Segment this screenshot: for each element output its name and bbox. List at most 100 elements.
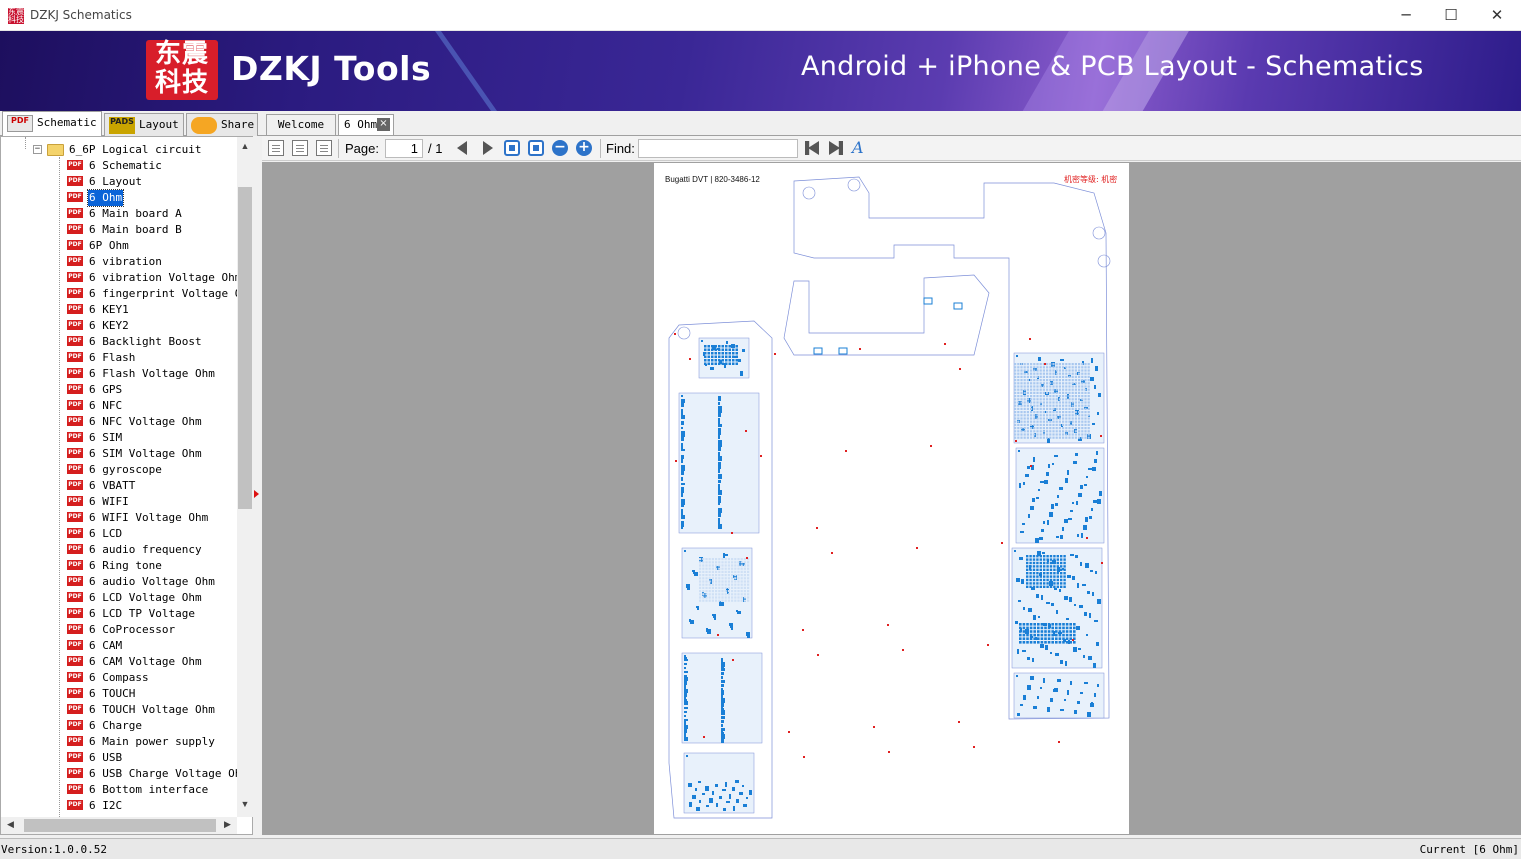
component-pad (681, 499, 685, 503)
component-pad (1057, 495, 1059, 498)
bga-ball (727, 570, 730, 573)
component-pad (686, 755, 688, 757)
component-pad (742, 349, 745, 352)
scrollbar-thumb[interactable] (24, 819, 216, 832)
component-pad (1084, 682, 1088, 684)
bga-ball (737, 580, 740, 583)
bga-ball (747, 599, 750, 602)
bga-ball (711, 348, 714, 351)
bga-ball (1039, 427, 1042, 430)
close-button[interactable]: ✕ (1474, 0, 1520, 30)
bga-ball (1055, 427, 1058, 430)
tree-item-label: 6 CAM (89, 639, 123, 652)
bga-ball (1030, 417, 1033, 420)
next-page-icon[interactable] (483, 141, 493, 155)
pdf-file-icon: PDF (67, 192, 83, 202)
scroll-right-icon[interactable]: ▶ (224, 819, 231, 830)
component-pad (1014, 550, 1016, 552)
bga-ball (1071, 398, 1074, 401)
bga-ball (1062, 633, 1065, 637)
close-tab-icon[interactable]: × (377, 118, 390, 131)
tab-share[interactable]: Share (186, 113, 258, 136)
bga-ball (1052, 436, 1055, 439)
find-input[interactable] (638, 139, 798, 158)
component-pad (721, 680, 725, 683)
previous-page-icon[interactable] (457, 141, 467, 155)
bga-ball (1030, 420, 1033, 423)
pages-icon[interactable] (316, 140, 332, 156)
bga-ball (1074, 388, 1077, 391)
bga-ball (1065, 407, 1068, 410)
pdf-file-icon: PDF (67, 640, 83, 650)
bga-ball (1078, 366, 1081, 369)
component-pad (684, 697, 686, 701)
bga-ball (1071, 385, 1074, 388)
bga-ball (1039, 561, 1042, 565)
tab-welcome[interactable]: Welcome (266, 114, 336, 135)
bga-ball (735, 355, 738, 358)
tab-layout[interactable]: PADS Layout (104, 113, 184, 136)
component-pad (746, 632, 750, 636)
bga-ball (1052, 363, 1055, 366)
bga-ball (1030, 407, 1033, 410)
bga-ball (704, 355, 707, 358)
bga-ball (1026, 641, 1029, 644)
component-pad (681, 473, 684, 475)
bga-ball (1065, 372, 1068, 375)
minimize-button[interactable]: ─ (1383, 0, 1429, 30)
bga-ball (1074, 427, 1077, 430)
pdf-viewer[interactable]: Bugatti DVT | 820-3486-12 机密等级: 机密 (262, 162, 1521, 835)
zoom-in-icon[interactable]: + (576, 140, 592, 156)
component-pad (684, 663, 687, 665)
bga-ball (1026, 427, 1029, 430)
component-pad (684, 715, 686, 717)
scroll-down-icon[interactable]: ▼ (237, 799, 253, 813)
tab-6-ohm[interactable]: 6 Ohm × (338, 114, 394, 135)
tree-item-label: 6 Ring tone (89, 559, 162, 572)
scroll-up-icon[interactable]: ▲ (237, 141, 253, 155)
document-icon[interactable] (268, 140, 284, 156)
search-previous-icon[interactable] (805, 141, 819, 155)
vertical-scrollbar[interactable]: ▲ ▼ (237, 137, 253, 817)
fit-width-icon[interactable] (504, 140, 520, 156)
maximize-button[interactable]: ☐ (1428, 0, 1474, 30)
bga-ball (1046, 578, 1049, 582)
bga-ball (1017, 407, 1020, 410)
bga-ball (1052, 388, 1055, 391)
component-pad (1028, 608, 1032, 612)
horizontal-scrollbar[interactable]: ◀ ▶ (1, 817, 237, 834)
bga-ball (1068, 420, 1071, 423)
bga-ball (707, 362, 710, 365)
bga-ball (1052, 411, 1055, 414)
bga-ball (1087, 363, 1090, 366)
text-highlight-icon[interactable]: A (852, 138, 864, 157)
bga-ball (1065, 420, 1068, 423)
fit-page-icon[interactable] (528, 140, 544, 156)
bga-ball (724, 580, 727, 583)
bga-ball (1029, 575, 1032, 578)
zoom-out-icon[interactable]: − (552, 140, 568, 156)
bga-ball (702, 593, 705, 596)
bga-ball (1020, 436, 1023, 439)
copy-page-icon[interactable] (292, 140, 308, 156)
page-number-input[interactable] (385, 139, 423, 158)
scroll-left-icon[interactable]: ◀ (7, 819, 14, 830)
bga-ball (704, 345, 707, 348)
bga-ball (1033, 363, 1036, 366)
bga-ball (1017, 369, 1020, 372)
component-pad (718, 396, 721, 401)
bga-ball (747, 590, 750, 593)
component-pad (738, 359, 741, 362)
search-next-icon[interactable] (829, 141, 843, 155)
bga-ball (734, 561, 737, 564)
bga-ball (1052, 401, 1055, 404)
bga-ball (1049, 585, 1053, 588)
collapse-icon[interactable]: − (33, 145, 42, 154)
scrollbar-thumb[interactable] (238, 187, 252, 509)
bga-ball (1081, 433, 1084, 436)
bga-ball (1084, 433, 1087, 436)
tab-schematic[interactable]: PDF Schematic (2, 111, 102, 137)
bga-ball (1055, 414, 1058, 417)
bga-ball (740, 564, 743, 567)
panel-splitter-arrow-icon[interactable] (254, 490, 259, 498)
